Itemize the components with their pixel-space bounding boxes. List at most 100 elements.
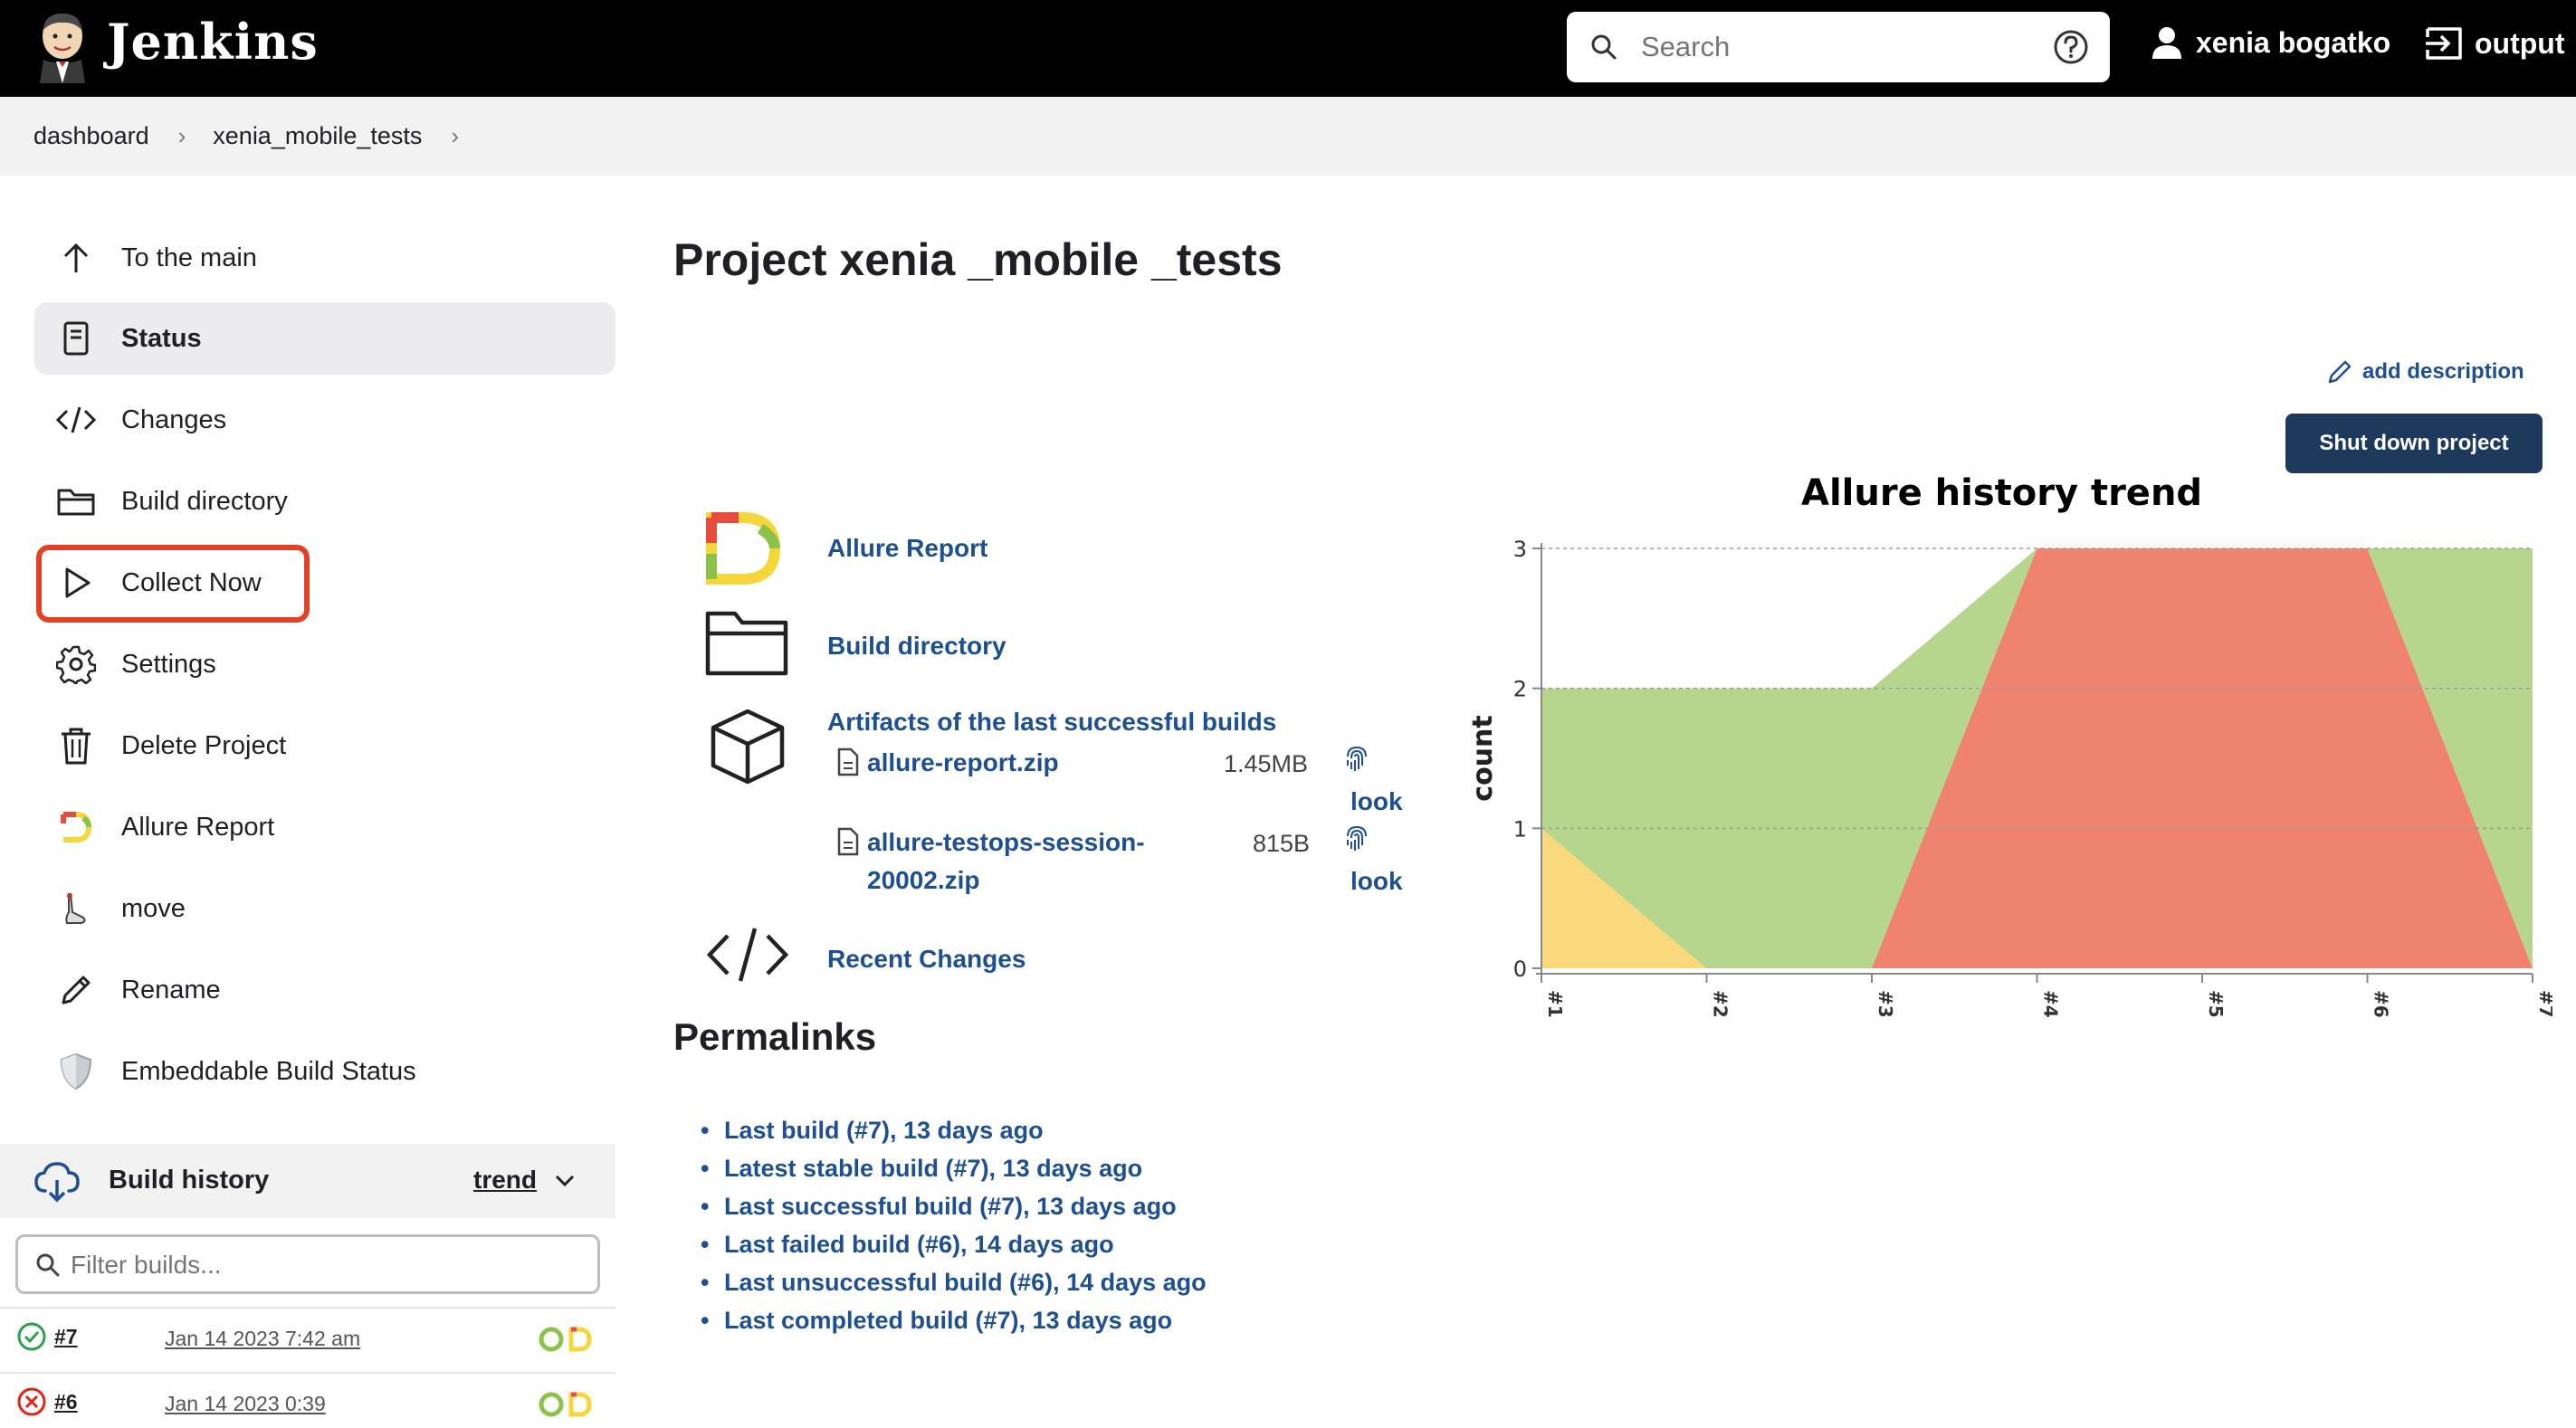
top-header: Jenkins xenia bogatko output: [0, 0, 2576, 97]
sidebar-item-delete-project[interactable]: Delete Project: [34, 709, 615, 782]
move-icon: [54, 887, 98, 930]
fingerprint-icon[interactable]: [1343, 823, 1370, 854]
permalink-item[interactable]: Last failed build (#6), 14 days ago: [701, 1231, 1207, 1269]
user-menu[interactable]: xenia bogatko: [2151, 25, 2390, 60]
failed-status-icon: [17, 1387, 46, 1416]
x-tick-label: #2: [1710, 990, 1732, 1018]
artifact-size: 1.45MB: [1224, 750, 1309, 777]
allure-icon[interactable]: [539, 1325, 595, 1354]
chevron-right-icon[interactable]: ›: [451, 122, 459, 150]
file-icon: [837, 827, 859, 856]
page-title: Project xenia _mobile _tests: [673, 234, 1283, 285]
logout-label: output: [2475, 26, 2565, 60]
sidebar-item-label: Status: [121, 323, 202, 353]
artifacts-link[interactable]: Artifacts of the last successful builds: [827, 708, 1276, 737]
x-tick-label: #6: [2371, 990, 2392, 1018]
artifact-file-name-line1[interactable]: allure-testops-session-: [867, 823, 1145, 862]
permalink-item[interactable]: Last unsuccessful build (#6), 14 days ag…: [701, 1269, 1207, 1307]
sidebar-item-embeddable-build-status[interactable]: Embeddable Build Status: [34, 1035, 615, 1108]
sidebar-item-label: Settings: [121, 649, 216, 679]
build-number[interactable]: #7: [54, 1325, 78, 1349]
folder-icon: [54, 480, 98, 523]
user-name: xenia bogatko: [2196, 25, 2391, 59]
build-history-header: Build history trend: [0, 1144, 615, 1218]
chart-title: Allure history trend: [1801, 472, 2203, 514]
x-tick-label: #4: [2040, 990, 2062, 1018]
allure-report-large-icon: [706, 512, 781, 585]
chevron-right-icon: ›: [177, 122, 186, 149]
shield-icon: [54, 1050, 98, 1093]
permalink-item[interactable]: Last completed build (#7), 13 days ago: [701, 1307, 1207, 1345]
arrow-up-icon: [54, 236, 98, 280]
build-row[interactable]: #7 Jan 14 2023 7:42 am: [0, 1307, 615, 1372]
search-icon: [1591, 34, 1617, 60]
trash-icon: [54, 724, 98, 767]
search-input[interactable]: [1641, 24, 2021, 70]
sidebar-item-move[interactable]: move: [34, 872, 615, 945]
jenkins-logo[interactable]: [33, 9, 92, 83]
fingerprint-icon[interactable]: [1343, 744, 1370, 775]
shut-down-project-button[interactable]: Shut down project: [2285, 414, 2543, 473]
sidebar-item-label: Rename: [121, 975, 221, 1004]
allure-report-link[interactable]: Allure Report: [827, 534, 987, 563]
folder-icon: [705, 611, 788, 676]
y-tick-label: 3: [1513, 537, 1527, 562]
chevron-down-icon[interactable]: [554, 1173, 576, 1189]
build-directory-link[interactable]: Build directory: [827, 632, 1007, 661]
permalink-item[interactable]: Latest stable build (#7), 13 days ago: [701, 1155, 1207, 1193]
build-date[interactable]: Jan 14 2023 7:42 am: [165, 1327, 360, 1351]
build-history-title: Build history: [109, 1166, 270, 1195]
package-icon: [711, 709, 785, 785]
artifact-size: 815B: [1253, 830, 1311, 857]
x-tick-label: #1: [1544, 990, 1566, 1018]
help-icon[interactable]: [2052, 28, 2090, 66]
pencil-icon: [54, 968, 98, 1012]
artifact-file-link[interactable]: allure-report.zip: [867, 744, 1059, 782]
sidebar-item-allure-report[interactable]: Allure Report: [34, 791, 615, 863]
sidebar-item-label: To the main: [121, 243, 257, 272]
sidebar-item-label: Delete Project: [121, 730, 287, 760]
app-name[interactable]: Jenkins: [107, 13, 319, 71]
y-tick-label: 1: [1513, 816, 1527, 842]
filter-builds-input[interactable]: [71, 1248, 577, 1282]
search-icon: [36, 1253, 60, 1277]
sidebar-item-build-directory[interactable]: Build directory: [34, 465, 615, 538]
filter-builds-box[interactable]: [15, 1234, 600, 1294]
logout-icon: [2426, 27, 2462, 60]
breadcrumb-dashboard[interactable]: dashboard: [33, 122, 149, 150]
permalink-item[interactable]: Last successful build (#7), 13 days ago: [701, 1193, 1207, 1231]
file-icon: [837, 747, 859, 776]
permalinks-list: Last build (#7), 13 days ago Latest stab…: [701, 1117, 1207, 1345]
artifact-file-link[interactable]: allure-testops-session- 20002.zip: [867, 823, 1145, 900]
add-description-link[interactable]: add description: [2326, 358, 2524, 386]
sidebar-item-to-main[interactable]: To the main: [34, 222, 615, 294]
allure-history-trend-chart[interactable]: 0 1 2 3 #1 #2 #3 #4 #5 #6 #7 count: [1466, 525, 2552, 1032]
look-link[interactable]: look: [1350, 787, 1403, 816]
sidebar-item-label: Embeddable Build Status: [121, 1056, 416, 1086]
build-row[interactable]: #6 Jan 14 2023 0:39: [0, 1372, 615, 1428]
recent-changes-link[interactable]: Recent Changes: [827, 945, 1026, 974]
search-box[interactable]: [1567, 12, 2110, 82]
build-date[interactable]: Jan 14 2023 0:39: [165, 1392, 326, 1416]
logout-button[interactable]: output: [2424, 25, 2565, 62]
breadcrumb-project[interactable]: xenia_mobile_tests: [213, 122, 422, 150]
permalink-item[interactable]: Last build (#7), 13 days ago: [701, 1117, 1207, 1155]
sidebar-item-settings[interactable]: Settings: [34, 628, 615, 700]
artifact-file-name-line2[interactable]: 20002.zip: [867, 862, 1145, 900]
trend-link[interactable]: trend: [473, 1166, 537, 1195]
allure-icon[interactable]: [539, 1390, 595, 1419]
sidebar-item-label: Allure Report: [121, 812, 275, 842]
breadcrumb: dashboard › xenia_mobile_tests ›: [0, 97, 2576, 176]
sidebar-item-label: move: [121, 893, 186, 923]
sidebar-item-status[interactable]: Status: [34, 302, 615, 375]
cloud-build-icon: [34, 1162, 80, 1203]
look-link[interactable]: look: [1350, 867, 1403, 896]
x-tick-label: #3: [1875, 990, 1896, 1018]
build-number[interactable]: #6: [54, 1390, 78, 1414]
sidebar-item-changes[interactable]: Changes: [34, 384, 615, 456]
jenkins-butler-icon: [40, 13, 85, 83]
code-icon: [706, 928, 789, 982]
sidebar-item-rename[interactable]: Rename: [34, 954, 615, 1026]
y-tick-label: 2: [1513, 677, 1527, 702]
collect-now-highlight: [36, 545, 310, 623]
